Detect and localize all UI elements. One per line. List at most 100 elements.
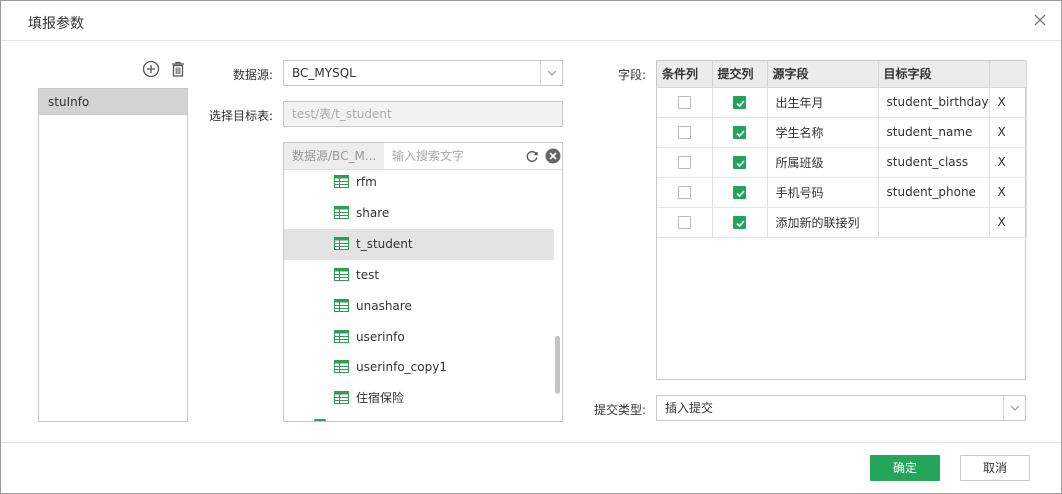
target-field-cell[interactable]: student_name xyxy=(878,117,990,148)
submit-type-select[interactable]: 插入提交 xyxy=(656,395,1026,421)
submit-type-value: 插入提交 xyxy=(665,401,714,415)
target-field-cell[interactable] xyxy=(878,207,990,238)
tree-item-userinfo[interactable]: userinfo xyxy=(284,322,554,353)
condition-checkbox[interactable] xyxy=(677,126,691,139)
condition-checkbox[interactable] xyxy=(677,216,691,229)
condition-checkbox[interactable] xyxy=(677,96,691,109)
col-header-action xyxy=(989,61,1027,88)
table-row: 出生年月 student_birthday X xyxy=(657,87,1027,118)
remove-row-button[interactable]: X xyxy=(989,87,1027,118)
source-field-cell: 手机号码 xyxy=(767,177,879,208)
submit-checkbox[interactable] xyxy=(733,126,746,139)
submit-cell xyxy=(712,117,768,148)
title-bar: 填报参数 xyxy=(1,1,1061,41)
col-header-submit: 提交列 xyxy=(712,61,768,88)
fill-params-dialog: 填报参数 stuInfo 数据源: BC_MYSQL 选择目标表: test/表… xyxy=(0,0,1062,494)
tree-scrollbar[interactable] xyxy=(554,171,562,421)
source-field-cell: 所属班级 xyxy=(767,147,879,178)
close-icon[interactable] xyxy=(1033,13,1047,27)
remove-row-button[interactable]: X xyxy=(989,117,1027,148)
chevron-down-icon[interactable] xyxy=(540,61,562,85)
condition-cell xyxy=(657,147,713,178)
footer-divider xyxy=(1,442,1061,443)
datasource-select[interactable]: BC_MYSQL xyxy=(283,60,563,86)
tree-item-userinfo-copy1[interactable]: userinfo_copy1 xyxy=(284,352,554,383)
tree-item-partial[interactable] xyxy=(284,414,554,421)
target-table-label: 选择目标表: xyxy=(208,109,273,123)
condition-cell xyxy=(657,117,713,148)
condition-checkbox[interactable] xyxy=(677,156,691,169)
col-header-condition: 条件列 xyxy=(657,61,713,88)
table-icon xyxy=(334,206,349,219)
table-tree-panel: 数据源/BC_M... rfm share t_student test xyxy=(283,142,563,422)
table-icon xyxy=(334,268,349,281)
cancel-button[interactable]: 取消 xyxy=(960,455,1030,481)
table-header-row: 条件列 提交列 源字段 目标字段 xyxy=(657,61,1027,88)
col-header-target: 目标字段 xyxy=(878,61,990,88)
tree-item-label: rfm xyxy=(356,175,377,189)
datasource-value: BC_MYSQL xyxy=(292,66,356,80)
condition-checkbox[interactable] xyxy=(677,186,691,199)
table-row: 所属班级 student_class X xyxy=(657,147,1027,178)
submit-type-label: 提交类型: xyxy=(593,403,646,417)
table-row: 手机号码 student_phone X xyxy=(657,177,1027,208)
tree-item-test[interactable]: test xyxy=(284,260,554,291)
submit-cell xyxy=(712,147,768,178)
col-header-source: 源字段 xyxy=(767,61,879,88)
target-field-cell[interactable]: student_class xyxy=(878,147,990,178)
table-row: 添加新的联接列 X xyxy=(657,207,1027,238)
remove-row-button[interactable]: X xyxy=(989,177,1027,208)
tree-item-accommodation-insurance[interactable]: 住宿保险 xyxy=(284,383,554,414)
condition-cell xyxy=(657,207,713,238)
condition-cell xyxy=(657,177,713,208)
tree-item-label: test xyxy=(356,268,380,282)
submit-cell xyxy=(712,87,768,118)
tree-item-label: userinfo xyxy=(356,330,405,344)
tree-item-share[interactable]: share xyxy=(284,198,554,229)
table-icon xyxy=(334,175,349,188)
ok-button[interactable]: 确定 xyxy=(870,455,940,481)
clear-search-icon[interactable] xyxy=(545,148,561,164)
submit-checkbox[interactable] xyxy=(733,216,746,229)
table-icon xyxy=(334,237,349,250)
target-field-cell[interactable]: student_phone xyxy=(878,177,990,208)
tree-scrollbar-thumb[interactable] xyxy=(555,336,560,394)
param-list: stuInfo xyxy=(38,88,188,422)
remove-row-button[interactable]: X xyxy=(989,147,1027,178)
tree-item-label: 住宿保险 xyxy=(356,391,405,405)
source-field-cell: 出生年月 xyxy=(767,87,879,118)
table-icon xyxy=(334,299,349,312)
tree-item-label: unashare xyxy=(356,299,412,313)
tree-item-label: share xyxy=(356,206,390,220)
submit-cell xyxy=(712,207,768,238)
target-field-cell[interactable]: student_birthday xyxy=(878,87,990,118)
datasource-label: 数据源: xyxy=(232,68,273,82)
chevron-down-icon[interactable] xyxy=(1003,396,1025,420)
source-field-cell: 学生名称 xyxy=(767,117,879,148)
submit-checkbox[interactable] xyxy=(733,156,746,169)
fields-table-panel: 条件列 提交列 源字段 目标字段 出生年月 student_birthday X xyxy=(656,60,1027,380)
tree-item-label: t_student xyxy=(356,237,413,251)
submit-cell xyxy=(712,177,768,208)
table-icon xyxy=(334,330,349,343)
tree-item-t-student[interactable]: t_student xyxy=(284,229,554,260)
tree-source-path: 数据源/BC_M... xyxy=(284,143,384,169)
tree-search-input[interactable] xyxy=(386,143,516,169)
tree-header: 数据源/BC_M... xyxy=(284,143,562,170)
folder-icon xyxy=(314,419,326,421)
tree-item-label: userinfo_copy1 xyxy=(356,360,447,374)
tree-item-rfm[interactable]: rfm xyxy=(284,167,554,198)
submit-checkbox[interactable] xyxy=(733,186,746,199)
param-list-item[interactable]: stuInfo xyxy=(39,89,187,115)
fields-label: 字段: xyxy=(617,68,646,82)
tree-item-unashare[interactable]: unashare xyxy=(284,291,554,322)
submit-checkbox[interactable] xyxy=(733,96,746,109)
add-icon[interactable] xyxy=(142,60,160,78)
remove-row-button[interactable]: X xyxy=(989,207,1027,238)
refresh-icon[interactable] xyxy=(525,149,539,163)
add-join-column-cell[interactable]: 添加新的联接列 xyxy=(767,207,879,238)
trash-icon[interactable] xyxy=(169,60,187,78)
fields-table: 条件列 提交列 源字段 目标字段 出生年月 student_birthday X xyxy=(657,61,1027,238)
table-icon xyxy=(334,360,349,373)
table-icon xyxy=(334,391,349,404)
